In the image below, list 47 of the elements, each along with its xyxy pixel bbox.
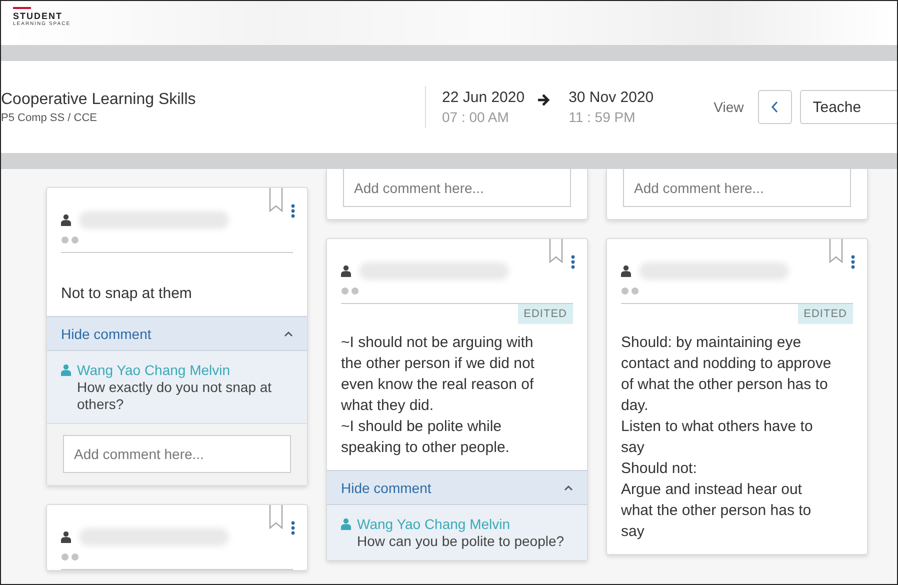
edited-badge: EDITED xyxy=(798,304,853,324)
status-dots-icon xyxy=(61,553,81,561)
hide-comment-toggle[interactable]: Hide comment xyxy=(47,316,307,351)
person-icon xyxy=(341,265,351,277)
person-icon xyxy=(621,265,631,277)
comment-input[interactable]: Add comment here... xyxy=(623,169,851,207)
person-icon xyxy=(61,364,71,376)
status-dots-icon xyxy=(621,287,641,295)
edited-badge: EDITED xyxy=(518,304,573,324)
previous-button[interactable] xyxy=(758,90,792,124)
lesson-title: Cooperative Learning Skills xyxy=(1,90,197,108)
more-icon[interactable] xyxy=(291,204,295,218)
arrow-right-icon xyxy=(536,93,551,107)
person-icon xyxy=(341,518,351,530)
bookmark-icon[interactable] xyxy=(549,239,563,263)
more-icon[interactable] xyxy=(571,255,575,269)
start-time: 07 : 00 AM xyxy=(442,109,510,125)
logo-mark xyxy=(13,7,31,9)
caret-icon xyxy=(284,330,293,336)
bookmark-icon[interactable] xyxy=(829,239,843,263)
caret-icon xyxy=(564,484,573,490)
more-icon[interactable] xyxy=(291,521,295,535)
comment-input[interactable]: Add comment here... xyxy=(63,435,291,473)
comment-text: How can you be polite to people? xyxy=(357,533,564,550)
hide-comment-toggle[interactable]: Hide comment xyxy=(327,470,587,505)
view-select[interactable]: Teache xyxy=(800,90,897,124)
person-icon xyxy=(61,531,71,543)
response-text: ~I should not be arguing with the other person if we did not even know the real reason of what they did. ~I should be polite while speaking to other people. xyxy=(340,333,536,458)
status-dots-icon xyxy=(341,287,361,295)
person-icon xyxy=(61,214,71,226)
bookmark-icon[interactable] xyxy=(269,505,283,529)
status-dots-icon xyxy=(61,236,81,244)
end-time: 11 : 59 PM xyxy=(568,109,636,125)
logo-title: STUDENT xyxy=(13,11,64,21)
bookmark-icon[interactable] xyxy=(269,188,283,212)
chevron-left-icon xyxy=(770,101,779,113)
comment-input[interactable]: Add comment here... xyxy=(343,169,571,207)
comment-text: How exactly do you not snap at others? xyxy=(77,379,273,413)
lesson-subtitle: P5 Comp SS / CCE xyxy=(1,112,98,124)
comment-author: Wang Yao Chang Melvin xyxy=(77,361,232,379)
response-text: Should: by maintaining eye contact and nodding to approve of what the other person has to day. Listen to what others have to say Should not: Argue and instead hear out what the other person has to say xyxy=(620,333,832,542)
start-date: 22 Jun 2020 xyxy=(442,89,525,106)
view-label: View xyxy=(714,99,744,115)
end-date: 30 Nov 2020 xyxy=(568,89,654,106)
comment-author: Wang Yao Chang Melvin xyxy=(357,515,512,533)
response-text: Not to snap at them xyxy=(60,284,193,304)
more-icon[interactable] xyxy=(851,255,855,269)
